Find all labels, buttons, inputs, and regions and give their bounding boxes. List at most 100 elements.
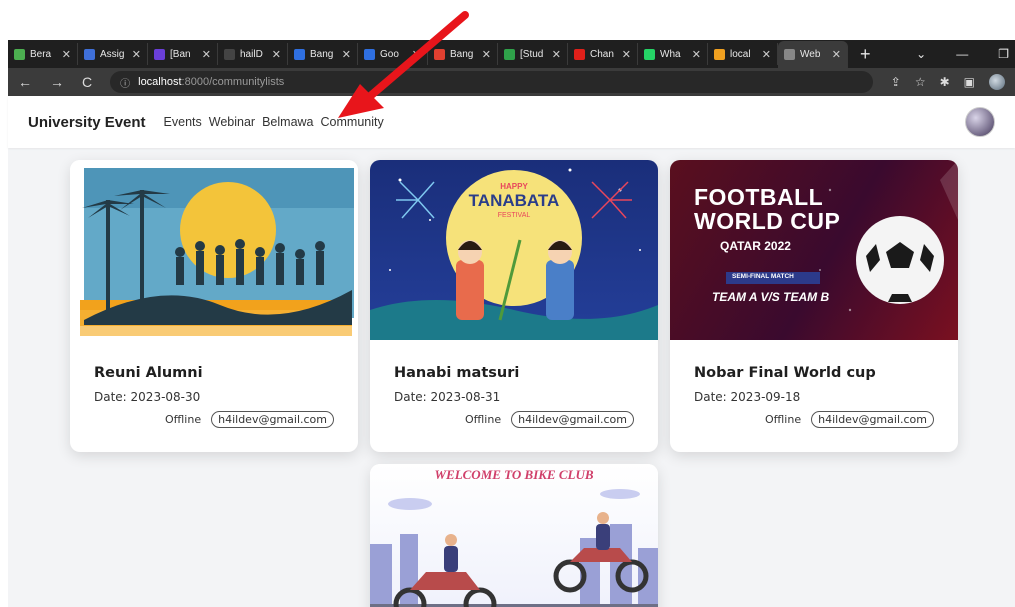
tab-favicon-icon: [434, 48, 445, 60]
tab-title: Chan: [590, 48, 614, 60]
window-controls: ⌄ — ❐: [916, 47, 1015, 61]
new-tab-button[interactable]: +: [860, 44, 871, 65]
football-title-line2: WORLD CUP: [694, 208, 841, 234]
close-icon[interactable]: ✕: [622, 48, 631, 61]
tab-favicon-icon: [154, 48, 165, 60]
event-image-bike: WELCOME TO BIKE CLUB: [370, 464, 658, 607]
card-date: Date: 2023-09-18: [694, 390, 801, 404]
tab-title: Bang: [310, 48, 334, 60]
tab-title: Web: [800, 49, 821, 60]
brand-logo-text[interactable]: University Event: [28, 114, 146, 131]
url-path: :8000/communitylists: [181, 76, 285, 88]
organizer-email-badge: h4ildev@gmail.com: [211, 411, 334, 428]
event-image-football: FOOTBALL WORLD CUP QATAR 2022 SEMI-FINAL…: [670, 160, 958, 340]
football-title-line1: FOOTBALL: [694, 184, 824, 210]
event-card[interactable]: FOOTBALL WORLD CUP QATAR 2022 SEMI-FINAL…: [670, 160, 958, 452]
football-title-line4: SEMI-FINAL MATCH: [732, 273, 794, 280]
tab-title: Wha: [660, 48, 681, 60]
close-icon[interactable]: ✕: [202, 48, 211, 61]
forward-arrow-icon[interactable]: →: [50, 74, 64, 90]
tab-favicon-icon: [364, 48, 375, 60]
card-title[interactable]: Reuni Alumni: [94, 365, 334, 381]
browser-tab[interactable]: [Stud ✕: [498, 43, 568, 65]
close-icon[interactable]: ✕: [832, 48, 841, 61]
info-icon: ⓘ: [120, 78, 131, 90]
close-icon[interactable]: ✕: [62, 48, 71, 61]
event-image-alumni: [70, 160, 358, 340]
site-navbar: University Event Events Webinar Belmawa …: [8, 96, 1015, 148]
browser-tab-bar: Bera ✕ Assig ✕ [Ban ✕ hailD ✕ Bang ✕ Goo ✕ Bang ✕ [Stu…: [8, 40, 1015, 68]
browser-tab[interactable]: Web ✕: [778, 41, 848, 68]
browser-tab[interactable]: Bang ✕: [288, 43, 358, 65]
close-icon[interactable]: ✕: [762, 48, 771, 61]
close-icon[interactable]: ✕: [132, 48, 141, 61]
browser-tab[interactable]: Chan ✕: [568, 43, 638, 65]
event-image-tanabata: HAPPY TANABATA FESTIVAL: [370, 160, 658, 340]
tab-title: [Ban: [170, 48, 191, 60]
close-icon[interactable]: ✕: [692, 48, 701, 61]
nav-link-community[interactable]: Community: [321, 115, 384, 129]
minimize-icon[interactable]: —: [956, 47, 968, 61]
tab-favicon-icon: [714, 48, 725, 60]
tab-favicon-icon: [644, 48, 655, 60]
browser-tab[interactable]: Bera ✕: [8, 43, 78, 65]
profile-icon[interactable]: [989, 74, 1005, 90]
browser-tab[interactable]: local ✕: [708, 43, 778, 65]
url-host: localhost: [138, 76, 182, 88]
tab-favicon-icon: [14, 48, 25, 60]
reload-icon[interactable]: C: [82, 74, 92, 90]
nav-link-belmawa[interactable]: Belmawa: [262, 115, 313, 129]
tab-favicon-icon: [504, 48, 515, 60]
event-mode-label: Offline: [165, 413, 202, 426]
browser-tab[interactable]: Goo ✕: [358, 43, 428, 65]
tab-title: Assig: [100, 48, 125, 60]
browser-tab[interactable]: Bang ✕: [428, 43, 498, 65]
tab-title: hailD: [240, 48, 263, 60]
star-icon[interactable]: ☆: [915, 75, 926, 89]
tab-favicon-icon: [294, 48, 305, 60]
tab-favicon-icon: [224, 48, 235, 60]
browser-tab[interactable]: Assig ✕: [78, 43, 148, 65]
organizer-email-badge: h4ildev@gmail.com: [811, 411, 934, 428]
close-icon[interactable]: ✕: [342, 48, 351, 61]
browser-tab[interactable]: Wha ✕: [638, 43, 708, 65]
address-bar[interactable]: ⓘ localhost:8000/communitylists: [110, 71, 873, 93]
close-icon[interactable]: ✕: [412, 48, 421, 61]
tanabata-festival-text: FESTIVAL: [497, 212, 531, 219]
card-title[interactable]: Nobar Final World cup: [694, 365, 934, 381]
event-card[interactable]: WELCOME TO BIKE CLUB: [370, 464, 658, 607]
share-icon[interactable]: ⇪: [891, 75, 901, 89]
card-title[interactable]: Hanabi matsuri: [394, 365, 634, 381]
tab-title: [Stud: [520, 48, 544, 60]
main-menu: Events Webinar Belmawa Community: [164, 115, 384, 129]
maximize-icon[interactable]: ❐: [998, 47, 1009, 61]
event-card[interactable]: Reuni Alumni Date: 2023-08-30 Offline h4…: [70, 160, 358, 452]
tab-title: Bang: [450, 48, 474, 60]
tanabata-title-text: TANABATA: [468, 191, 560, 210]
football-title-line3: QATAR 2022: [720, 239, 791, 253]
extensions-icon[interactable]: ✱: [940, 75, 950, 89]
chevron-down-icon[interactable]: ⌄: [916, 47, 926, 61]
close-icon[interactable]: ✕: [482, 48, 491, 61]
sidepanel-icon[interactable]: ▣: [964, 75, 975, 89]
nav-link-webinar[interactable]: Webinar: [209, 115, 255, 129]
tab-title: Bera: [30, 48, 52, 60]
browser-tab[interactable]: [Ban ✕: [148, 43, 218, 65]
organizer-email-badge: h4ildev@gmail.com: [511, 411, 634, 428]
event-mode-label: Offline: [465, 413, 502, 426]
close-icon[interactable]: ✕: [272, 48, 281, 61]
tab-favicon-icon: [574, 48, 585, 60]
browser-tab[interactable]: hailD ✕: [218, 43, 288, 65]
tab-favicon-icon: [784, 49, 795, 60]
close-icon[interactable]: ✕: [552, 48, 561, 61]
card-date: Date: 2023-08-30: [94, 390, 201, 404]
event-card[interactable]: HAPPY TANABATA FESTIVAL Hanabi matsuri D…: [370, 160, 658, 452]
card-date: Date: 2023-08-31: [394, 390, 501, 404]
tab-title: Goo: [380, 48, 399, 60]
nav-link-events[interactable]: Events: [164, 115, 202, 129]
back-arrow-icon[interactable]: ←: [18, 74, 32, 90]
user-avatar[interactable]: [965, 107, 995, 137]
event-mode-label: Offline: [765, 413, 802, 426]
tab-favicon-icon: [84, 48, 95, 60]
tanabata-happy-text: HAPPY: [500, 182, 528, 191]
